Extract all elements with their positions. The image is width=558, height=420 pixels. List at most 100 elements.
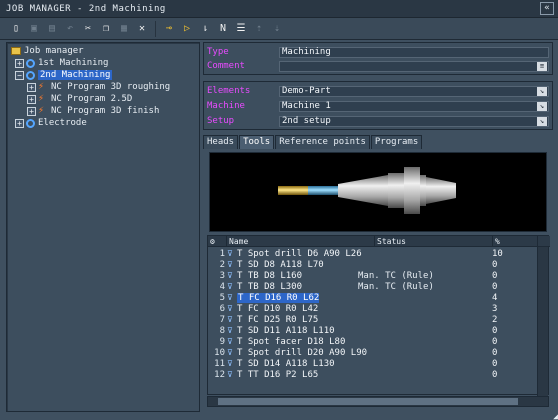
play-icon[interactable]: ▷: [179, 21, 195, 37]
tree-item-electrode[interactable]: + Electrode: [15, 117, 87, 129]
tool-name: T FC D10 R0 L42: [237, 303, 319, 314]
table-row[interactable]: 10 ⊽ T Spot drill D20 A90 L90 0: [208, 347, 550, 358]
tree-item-nc-3d-finish[interactable]: + ⚡ NC Program 3D finish: [27, 105, 159, 117]
tool-list-vertical-scrollbar[interactable]: [537, 247, 548, 396]
report-icon[interactable]: ☰: [233, 21, 249, 37]
tree-item-1st-machining[interactable]: + 1st Machining: [15, 57, 108, 69]
table-row[interactable]: 9 ⊽ T Spot facer D18 L80 0: [208, 336, 550, 347]
setup-field[interactable]: 2nd setup ↘: [279, 115, 549, 127]
tree-root[interactable]: Job manager: [11, 45, 84, 57]
tool-name: T TT D16 P2 L65: [237, 369, 319, 380]
sort-icon[interactable]: ⚙: [208, 235, 227, 247]
tool-name: T TB D8 L300: [237, 281, 303, 292]
type-field[interactable]: Machining: [279, 46, 549, 58]
tool-count: 0: [492, 281, 498, 292]
table-row[interactable]: 4 ⊽ T TB D8 L300 Man. TC (Rule) 0: [208, 281, 550, 292]
table-row[interactable]: 8 ⊽ T SD D11 A118 L110 0: [208, 325, 550, 336]
paste-icon[interactable]: ▦: [116, 21, 132, 37]
tool-count: 0: [492, 369, 498, 380]
tool-count: 0: [492, 325, 498, 336]
table-row[interactable]: 1 ⊽ T Spot drill D6 A90 L26 10: [208, 248, 550, 259]
expand-icon[interactable]: +: [27, 94, 36, 104]
nc-icon[interactable]: N: [215, 21, 231, 37]
tool-status: Man. TC (Rule): [358, 281, 434, 292]
tool-list-header: ⚙ Name Status %: [208, 235, 550, 247]
tab-programs[interactable]: Programs: [370, 135, 423, 149]
expand-icon[interactable]: +: [27, 106, 36, 116]
tool-name: T SD D14 A118 L130: [237, 358, 335, 369]
save-icon[interactable]: ▣: [26, 21, 42, 37]
scrollbar-thumb[interactable]: [218, 398, 518, 405]
tool-count: 0: [492, 270, 498, 281]
tool-count: 0: [492, 358, 498, 369]
comment-edit-button[interactable]: ≡: [537, 61, 547, 71]
tree-item-nc-2-5d[interactable]: + ⚡ NC Program 2.5D: [27, 93, 132, 105]
general-properties: Type Machining Comment ≡: [203, 42, 553, 75]
tree-item-2nd-machining[interactable]: − 2nd Machining: [15, 69, 113, 81]
tool-count: 0: [492, 336, 498, 347]
count-column-header[interactable]: %: [493, 235, 538, 247]
tree-item-label: Electrode: [38, 118, 87, 128]
tool-name: T Spot drill D6 A90 L26: [237, 248, 362, 259]
tool-name: T Spot drill D20 A90 L90: [237, 347, 368, 358]
save-all-icon[interactable]: ▤: [44, 21, 60, 37]
row-number: 5: [219, 292, 225, 303]
delete-icon[interactable]: ✕: [134, 21, 150, 37]
nc-program-icon: ⚡: [38, 93, 45, 104]
table-row-selected[interactable]: 5 ⊽ T FC D16 R0 L62 4: [208, 292, 550, 303]
probe-icon[interactable]: ⇂: [197, 21, 213, 37]
details-pane: Type Machining Comment ≡ Elements Demo-P…: [203, 42, 553, 412]
table-row[interactable]: 6 ⊽ T FC D10 R0 L42 3: [208, 303, 550, 314]
undo-icon[interactable]: ↶: [62, 21, 78, 37]
collapse-button[interactable]: «: [540, 2, 554, 15]
resize-grip-icon[interactable]: ◢: [544, 412, 558, 420]
name-column-header[interactable]: Name: [227, 235, 375, 247]
machine-field[interactable]: Machine 1 ↘: [279, 100, 549, 112]
toolbar-separator: [155, 20, 156, 37]
tool-preview: [209, 152, 547, 232]
tool-name: T FC D25 R0 L75: [237, 314, 319, 325]
expand-icon[interactable]: +: [15, 58, 24, 68]
move-down-icon[interactable]: ⇣: [269, 21, 285, 37]
tree-item-nc-3d-roughing[interactable]: + ⚡ NC Program 3D roughing: [27, 81, 170, 93]
copy-icon[interactable]: ❐: [98, 21, 114, 37]
new-doc-icon[interactable]: ▯: [8, 21, 24, 37]
machine-pick-button[interactable]: ↘: [537, 101, 547, 111]
cut-icon[interactable]: ✂: [80, 21, 96, 37]
expand-icon[interactable]: +: [27, 82, 36, 92]
elements-pick-button[interactable]: ↘: [537, 86, 547, 96]
tool-name: T SD D8 A118 L70: [237, 259, 324, 270]
tool-name: T TB D8 L160: [237, 270, 303, 281]
row-number: 12: [214, 369, 225, 380]
row-number: 8: [219, 325, 225, 336]
table-row[interactable]: 2 ⊽ T SD D8 A118 L70 0: [208, 259, 550, 270]
holder-body: [388, 173, 404, 208]
tool-list-horizontal-scrollbar[interactable]: [207, 396, 549, 407]
collapse-icon[interactable]: −: [15, 70, 24, 80]
feed-icon[interactable]: ⊸: [161, 21, 177, 37]
machining-icon: [26, 70, 35, 80]
elements-label: Elements: [207, 86, 251, 96]
table-row[interactable]: 3 ⊽ T TB D8 L160 Man. TC (Rule) 0: [208, 270, 550, 281]
setup-pick-button[interactable]: ↘: [537, 116, 547, 126]
status-column-header[interactable]: Status: [375, 235, 493, 247]
tab-heads[interactable]: Heads: [203, 135, 239, 149]
comment-field[interactable]: ≡: [279, 60, 549, 72]
tree-item-label-selected: 2nd Machining: [38, 70, 113, 80]
machine-label: Machine: [207, 101, 245, 111]
elements-field[interactable]: Demo-Part ↘: [279, 85, 549, 97]
tab-tools[interactable]: Tools: [239, 135, 275, 149]
table-row[interactable]: 11 ⊽ T SD D14 A118 L130 0: [208, 358, 550, 369]
holder-cone: [338, 175, 388, 206]
table-row[interactable]: 12 ⊽ T TT D16 P2 L65 0: [208, 369, 550, 380]
setup-value: 2nd setup: [282, 115, 331, 126]
comment-label: Comment: [207, 61, 245, 71]
tool-icon: ⊽: [227, 282, 233, 291]
expand-icon[interactable]: +: [15, 118, 24, 128]
table-row[interactable]: 7 ⊽ T FC D25 R0 L75 2: [208, 314, 550, 325]
tool-icon: ⊽: [227, 326, 233, 335]
comment-row: Comment ≡: [207, 60, 549, 72]
move-up-icon[interactable]: ⇡: [251, 21, 267, 37]
tab-reference-points[interactable]: Reference points: [275, 135, 370, 149]
machine-row: Machine Machine 1 ↘: [207, 100, 549, 112]
